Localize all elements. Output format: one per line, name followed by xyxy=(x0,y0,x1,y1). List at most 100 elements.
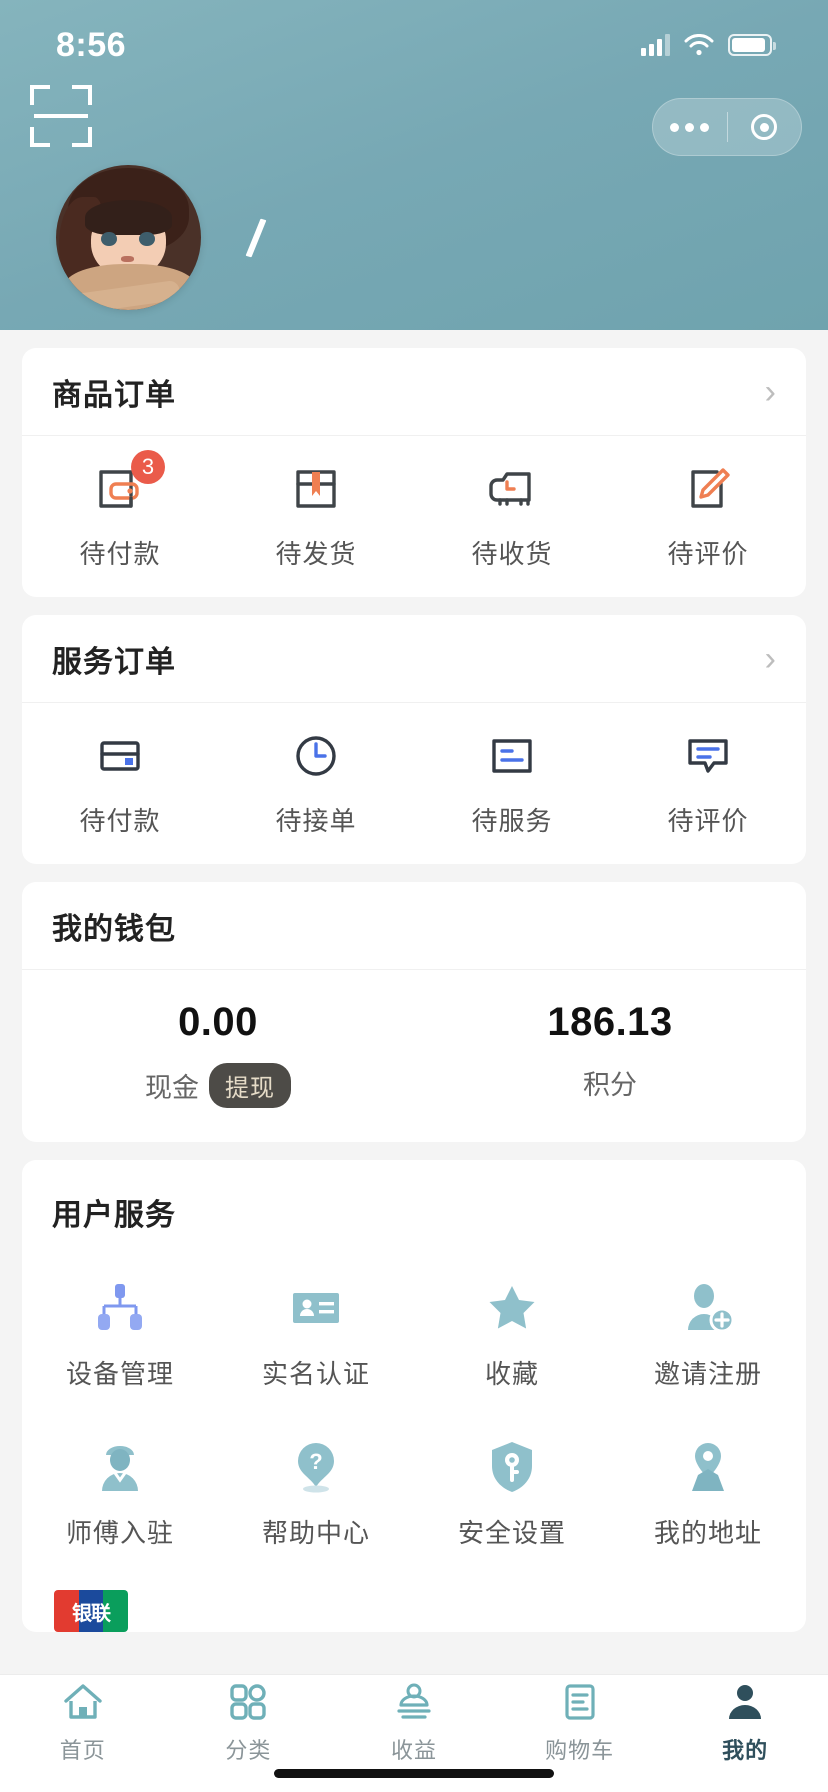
user-add-icon xyxy=(680,1280,736,1336)
package-box-icon xyxy=(287,460,345,518)
service-label: 邀请注册 xyxy=(653,1359,762,1389)
service-order-pending-review[interactable]: 待评价 xyxy=(610,727,806,838)
status-bar: 8:56 xyxy=(0,0,828,90)
mini-program-capsule[interactable] xyxy=(652,98,802,156)
user-services-grid: 设备管理 实名认证 收藏 邀请注册 师傅入驻 ? 帮助中心 安全设置 我的地址 xyxy=(22,1240,806,1582)
shield-key-icon xyxy=(484,1439,540,1495)
page-title: 商品订单 xyxy=(52,378,176,412)
worker-icon xyxy=(92,1439,148,1495)
service-order-pending-accept[interactable]: 待接单 xyxy=(218,727,414,838)
tab-label: 首页 xyxy=(59,1737,106,1763)
wallet-cash-column[interactable]: 0.00 现金 提现 xyxy=(22,1000,414,1108)
service-order-pending-service[interactable]: 待服务 xyxy=(414,727,610,838)
wallet-cash-amount: 0.00 xyxy=(178,1000,258,1044)
device-tree-icon xyxy=(92,1280,148,1336)
product-order-pending-shipment[interactable]: 待发货 xyxy=(218,460,414,571)
service-label: 帮助中心 xyxy=(261,1518,370,1548)
service-label: 设备管理 xyxy=(65,1359,174,1389)
service-my-address[interactable]: 我的地址 xyxy=(610,1417,806,1576)
unionpay-text: 银联 xyxy=(72,1602,111,1625)
service-label: 实名认证 xyxy=(261,1359,370,1389)
tab-label: 收益 xyxy=(390,1737,437,1763)
delivery-truck-icon xyxy=(483,460,541,518)
wallet-pay-icon: 3 xyxy=(91,450,165,518)
product-order-pending-receipt[interactable]: 待收货 xyxy=(414,460,610,571)
home-indicator xyxy=(274,1769,554,1778)
profile-identity[interactable] xyxy=(56,165,267,310)
cellular-signal-icon xyxy=(641,34,670,56)
product-order-label: 待收货 xyxy=(471,539,553,569)
product-order-pending-review[interactable]: 待评价 xyxy=(610,460,806,571)
product-order-label: 待付款 xyxy=(79,539,161,569)
service-order-label: 待服务 xyxy=(471,806,553,836)
review-pencil-icon xyxy=(679,460,737,518)
section-title: 服务订单 xyxy=(52,645,176,679)
wallet-header: 我的钱包 xyxy=(22,882,806,970)
service-worker-join[interactable]: 师傅入驻 xyxy=(22,1417,218,1576)
scan-qr-icon[interactable] xyxy=(30,85,92,147)
status-badge: 3 xyxy=(131,450,165,484)
service-invite-register[interactable]: 邀请注册 xyxy=(610,1258,806,1417)
id-card-icon xyxy=(288,1280,344,1336)
tab-earnings[interactable]: 收益 xyxy=(331,1675,497,1768)
chevron-right-icon[interactable]: › xyxy=(765,642,776,676)
wallet-cash-sub: 现金 提现 xyxy=(145,1063,291,1108)
svg-text:?: ? xyxy=(309,1449,322,1474)
wallet-cash-label: 现金 xyxy=(145,1073,199,1103)
status-indicators xyxy=(641,34,776,56)
service-device-management[interactable]: 设备管理 xyxy=(22,1258,218,1417)
tab-label: 购物车 xyxy=(545,1737,615,1763)
cart-icon xyxy=(564,1683,595,1720)
wallet-points-column[interactable]: 186.13 积分 xyxy=(414,1000,806,1108)
user-services-card: 用户服务 设备管理 实名认证 收藏 邀请注册 师傅入驻 ? 帮助中心 安全设置 … xyxy=(22,1160,806,1632)
status-time: 8:56 xyxy=(56,25,127,64)
product-order-label: 待评价 xyxy=(667,539,749,569)
profile-header: 8:56 xyxy=(0,0,828,330)
product-orders-header[interactable]: 商品订单 › xyxy=(22,348,806,436)
profile-person-icon xyxy=(729,1684,762,1719)
service-orders-row: 待付款 待接单 待服务 待评价 xyxy=(22,703,806,864)
service-label: 我的地址 xyxy=(653,1518,762,1548)
service-security-settings[interactable]: 安全设置 xyxy=(414,1417,610,1576)
location-pin-icon xyxy=(680,1439,736,1495)
grid-category-icon xyxy=(230,1683,267,1720)
tab-profile[interactable]: 我的 xyxy=(662,1675,828,1768)
tab-cart[interactable]: 购物车 xyxy=(497,1675,663,1768)
service-order-pending-payment[interactable]: 待付款 xyxy=(22,727,218,838)
target-circle-icon[interactable] xyxy=(728,114,802,140)
user-nickname xyxy=(245,218,267,257)
service-order-label: 待评价 xyxy=(667,806,749,836)
service-label: 收藏 xyxy=(484,1359,539,1389)
wallet-points-amount: 186.13 xyxy=(547,1000,673,1044)
tab-home[interactable]: 首页 xyxy=(0,1675,166,1768)
home-icon xyxy=(64,1683,102,1719)
more-dots-icon[interactable] xyxy=(653,122,727,132)
section-title: 我的钱包 xyxy=(52,912,176,946)
service-order-label: 待付款 xyxy=(79,806,161,836)
help-question-icon: ? xyxy=(288,1439,344,1495)
clock-icon xyxy=(287,727,345,785)
wallet-points-sub: 积分 xyxy=(583,1063,637,1102)
content-scroll[interactable]: 商品订单 › 3 待付款 待发货 待收货 待评价 服务订单 › 待付款 待接单 … xyxy=(0,330,828,1674)
service-orders-header[interactable]: 服务订单 › xyxy=(22,615,806,703)
service-favorites[interactable]: 收藏 xyxy=(414,1258,610,1417)
wallet-points-label: 积分 xyxy=(583,1070,637,1100)
service-real-name-auth[interactable]: 实名认证 xyxy=(218,1258,414,1417)
service-orders-card: 服务订单 › 待付款 待接单 待服务 待评价 xyxy=(22,615,806,864)
product-order-pending-payment[interactable]: 3 待付款 xyxy=(22,450,218,571)
section-title: 用户服务 xyxy=(52,1199,176,1232)
service-label: 师傅入驻 xyxy=(65,1518,174,1548)
user-avatar[interactable] xyxy=(56,165,201,310)
product-order-label: 待发货 xyxy=(275,539,357,569)
wallet-body: 0.00 现金 提现 186.13 积分 xyxy=(22,970,806,1142)
tab-label: 我的 xyxy=(722,1737,769,1763)
app-screen: 8:56 商品订单 › 3 待付款 待发货 待收货 待评价 服务订单 › 待付款… xyxy=(0,0,828,1792)
withdraw-button[interactable]: 提现 xyxy=(209,1063,291,1108)
chevron-right-icon[interactable]: › xyxy=(765,375,776,409)
document-lines-icon xyxy=(483,727,541,785)
service-help-center[interactable]: ? 帮助中心 xyxy=(218,1417,414,1576)
tab-category[interactable]: 分类 xyxy=(166,1675,332,1768)
comment-bubble-icon xyxy=(679,727,737,785)
bottom-tab-bar: 首页 分类 收益 购物车 我的 xyxy=(0,1674,828,1792)
product-orders-row: 3 待付款 待发货 待收货 待评价 xyxy=(22,436,806,597)
